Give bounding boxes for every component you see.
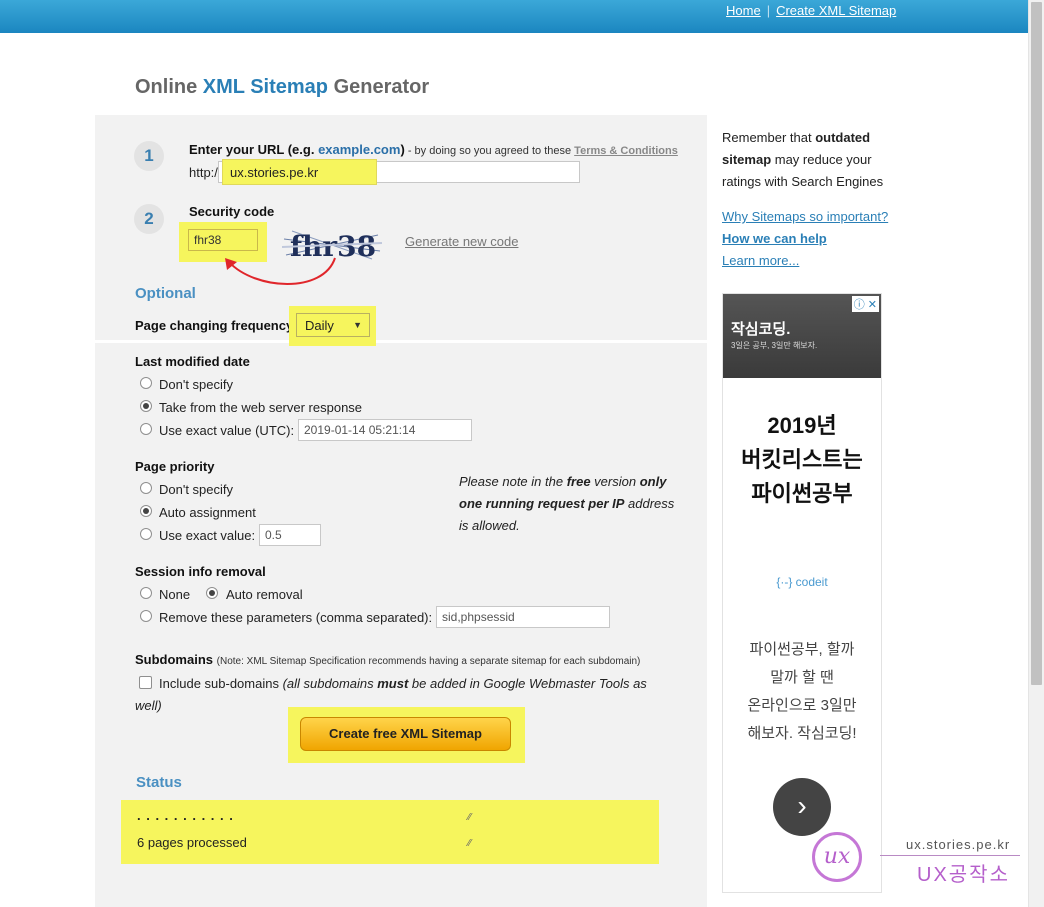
include-subdomains-label: Include sub-domains (all subdomains must… xyxy=(159,676,647,691)
page-title: Online XML Sitemap Generator xyxy=(135,76,430,98)
terms-link[interactable]: Terms & Conditions xyxy=(574,145,678,157)
sidebar-reminder: Remember that outdated sitemap may reduc… xyxy=(722,130,884,189)
lastmod-radio-exact[interactable] xyxy=(140,423,152,435)
subdomains-heading: Subdomains (Note: XML Sitemap Specificat… xyxy=(135,652,641,667)
status-message: 6 pages processed xyxy=(137,835,247,850)
session-radio-auto[interactable] xyxy=(206,587,218,599)
dropdown-arrow-icon: ▼ xyxy=(353,320,362,330)
subdomains-note-tail: well) xyxy=(135,698,162,713)
nav-separator: | xyxy=(766,3,771,18)
free-version-note: Please note in the free version only one… xyxy=(459,474,675,533)
session-label-auto: Auto removal xyxy=(226,587,303,602)
ad-body-text: 파이썬공부, 할까 말까 할 땐 온라인으로 3일만 해보자. 작심코딩! xyxy=(747,641,857,742)
annotation-arrow xyxy=(225,257,336,285)
priority-radio-dont-specify[interactable] xyxy=(140,482,152,494)
session-radio-none[interactable] xyxy=(140,587,152,599)
lastmod-label-exact: Use exact value (UTC): xyxy=(159,423,295,438)
frequency-label: Page changing frequency xyxy=(135,318,294,333)
session-heading: Session info removal xyxy=(135,564,266,579)
url-input-value: ux.stories.pe.kr xyxy=(230,165,319,180)
top-header-bar: Home | Create XML Sitemap xyxy=(0,0,1028,33)
priority-label-exact: Use exact value: xyxy=(159,528,256,543)
status-progress-dots: . . . . . . . . . . . xyxy=(137,808,234,823)
session-label-remove: Remove these parameters (comma separated… xyxy=(159,610,433,625)
watermark-logo: ux xyxy=(812,832,862,882)
security-code-label: Security code xyxy=(189,204,275,219)
scrollbar-thumb[interactable] xyxy=(1031,2,1042,685)
generate-code-link[interactable]: Generate new code xyxy=(405,234,518,249)
status-heading: Status xyxy=(136,774,182,791)
how-we-help-link[interactable]: How we can help xyxy=(722,231,827,246)
session-label-none: None xyxy=(159,587,191,602)
create-sitemap-button[interactable]: Create free XML Sitemap xyxy=(300,717,511,751)
lastmod-radio-server-response[interactable] xyxy=(140,400,152,412)
lastmod-radio-dont-specify[interactable] xyxy=(140,377,152,389)
top-nav: Home | Create XML Sitemap xyxy=(726,3,896,18)
last-modified-heading: Last modified date xyxy=(135,354,250,369)
advertisement-banner[interactable]: 작심코딩. 3일은 공부, 3일만 해보자. ⓘ ✕ 2019년 버킷리스트는 파이… xyxy=(722,293,882,893)
resize-handle-icon[interactable]: ⁄⁄ xyxy=(468,812,471,823)
ad-brand-logo: {·-} codeit xyxy=(776,575,828,589)
ad-next-arrow-icon[interactable]: › xyxy=(773,778,831,836)
priority-radio-auto[interactable] xyxy=(140,505,152,517)
resize-handle-icon-2[interactable]: ⁄⁄ xyxy=(468,838,471,849)
create-sitemap-link[interactable]: Create XML Sitemap xyxy=(776,3,896,18)
priority-label-dont-specify: Don't specify xyxy=(159,482,234,497)
security-code-input[interactable]: fhr38 xyxy=(188,229,258,251)
include-subdomains-checkbox[interactable] xyxy=(139,676,152,689)
session-params-input[interactable]: sid,phpsessid xyxy=(436,606,610,628)
lastmod-label-dont-specify: Don't specify xyxy=(159,377,234,392)
lastmod-label-server-response: Take from the web server response xyxy=(159,400,363,415)
lastmod-exact-input[interactable]: 2019-01-14 05:21:14 xyxy=(298,419,472,441)
http-prefix: http:// xyxy=(189,165,222,180)
panel-divider xyxy=(95,340,707,343)
priority-exact-input[interactable]: 0.5 xyxy=(259,524,321,546)
step-1-badge: 1 xyxy=(134,141,164,171)
url-label: Enter your URL (e.g. example.com) - by d… xyxy=(189,142,678,157)
watermark-url: ux.stories.pe.kr xyxy=(906,837,1011,852)
ad-header-subtitle: 3일은 공부, 3일만 해보자. xyxy=(731,341,818,350)
learn-more-link[interactable]: Learn more... xyxy=(722,253,799,268)
frequency-value: Daily xyxy=(305,318,334,333)
priority-radio-exact[interactable] xyxy=(140,528,152,540)
watermark-divider xyxy=(880,855,1020,856)
ad-header-title: 작심코딩. xyxy=(731,321,791,338)
optional-heading: Optional xyxy=(135,285,196,302)
priority-label-auto: Auto assignment xyxy=(159,505,256,520)
ad-choices-icon[interactable]: ⓘ ✕ xyxy=(851,296,879,312)
frequency-select[interactable]: Daily ▼ xyxy=(296,313,370,337)
step-2-badge: 2 xyxy=(134,204,164,234)
home-link[interactable]: Home xyxy=(726,3,761,18)
priority-heading: Page priority xyxy=(135,459,215,474)
watermark-name: UX공작소 xyxy=(917,864,1010,886)
ad-headline: 2019년 버킷리스트는 파이썬공부 xyxy=(741,413,863,506)
page-scrollbar[interactable] xyxy=(1028,0,1044,907)
why-sitemaps-link[interactable]: Why Sitemaps so important? xyxy=(722,209,888,224)
session-radio-remove[interactable] xyxy=(140,610,152,622)
